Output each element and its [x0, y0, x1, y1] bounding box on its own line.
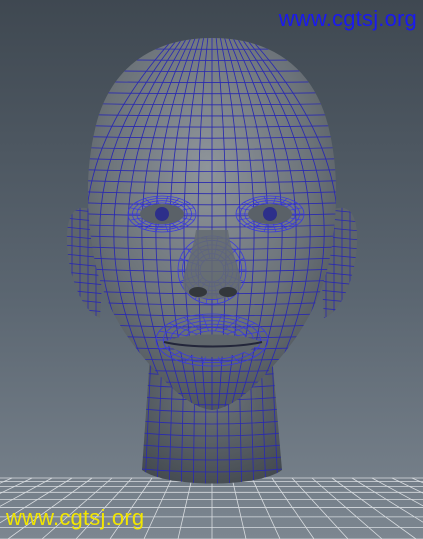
watermark-bottom: www.cgtsj.org: [6, 505, 145, 530]
face-mesh: [87, 38, 337, 410]
viewport-scene: [0, 38, 423, 539]
right-eye: [248, 204, 292, 224]
3d-viewport[interactable]: www.cgtsj.org www.cgtsj.org: [0, 0, 423, 539]
left-eye: [140, 204, 184, 224]
watermark-top: www.cgtsj.org: [278, 6, 417, 31]
